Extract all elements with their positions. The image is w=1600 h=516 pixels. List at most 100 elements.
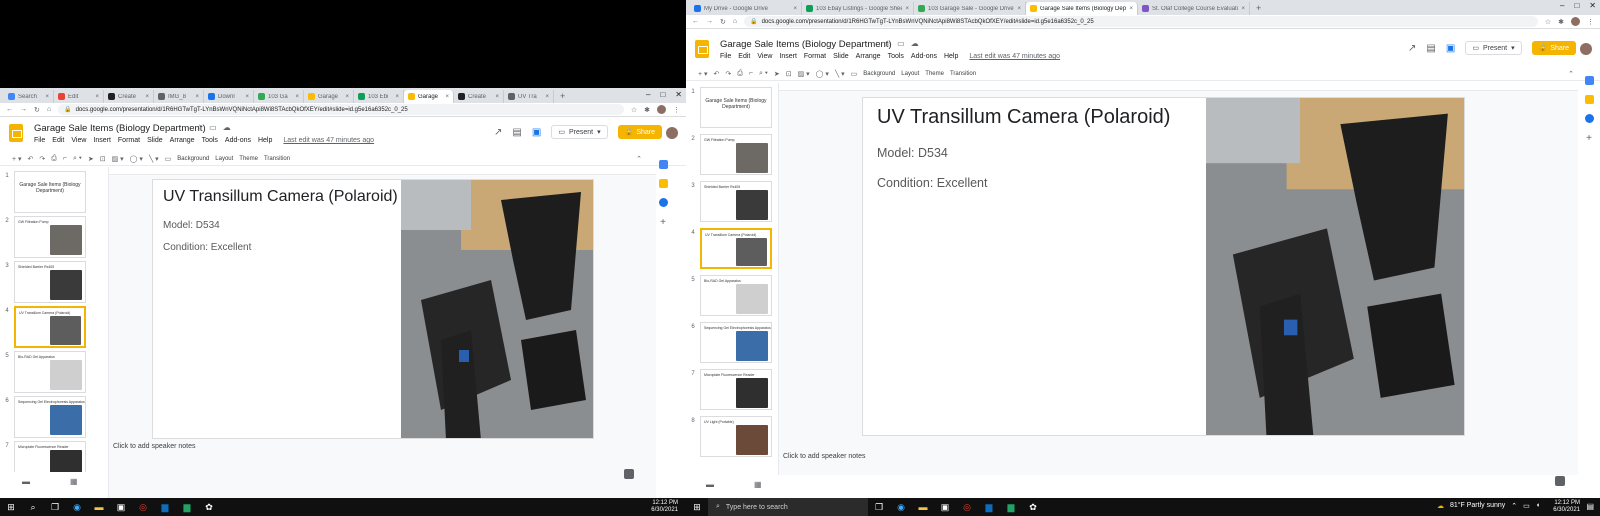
last-edit-link[interactable]: Last edit was 47 minutes ago	[283, 137, 374, 144]
browser-tab[interactable]: 103 Ebi ×	[354, 90, 404, 103]
star-icon[interactable]: ☆	[631, 106, 637, 114]
slide-thumbnail[interactable]: Microplate Fluorescence Reader	[700, 369, 772, 410]
browser-tab[interactable]: Search ×	[4, 90, 54, 103]
tab-close-icon[interactable]: ×	[195, 94, 199, 100]
forward-icon[interactable]: →	[20, 106, 27, 113]
browser-tab[interactable]: IMG_8 ×	[154, 90, 204, 103]
grid-view-icon[interactable]: ▦	[70, 477, 78, 486]
menu-view[interactable]: View	[71, 137, 86, 144]
cloud-status-icon[interactable]: ☁	[223, 123, 231, 132]
tab-close-icon[interactable]: ×	[545, 94, 549, 100]
theme-button[interactable]: Theme	[925, 71, 944, 77]
browser-tab[interactable]: My Drive - Google Drive ×	[690, 2, 802, 15]
filmstrip-item[interactable]: 2 GW Filtration Pump	[686, 134, 772, 175]
transition-button[interactable]: Transition	[950, 71, 976, 77]
profile-avatar[interactable]	[1571, 17, 1580, 26]
tasks-icon[interactable]	[1584, 114, 1594, 123]
present-button[interactable]: ▭ Present ▾	[551, 125, 608, 139]
print-icon[interactable]: ⎙	[51, 155, 57, 163]
meet-icon[interactable]: ▣	[532, 127, 541, 138]
paint-format-icon[interactable]: ⌐	[749, 70, 753, 77]
keep-icon[interactable]	[1584, 95, 1594, 104]
calendar-icon[interactable]	[658, 160, 668, 169]
comments-icon[interactable]: ▤	[512, 127, 521, 138]
browser-tab[interactable]: Edit ×	[54, 90, 104, 103]
slide-model-text[interactable]: Model: D534	[163, 220, 220, 231]
search-icon[interactable]: ⌕	[27, 501, 39, 513]
browser-tab[interactable]: Downl ×	[204, 90, 254, 103]
filmstrip-view-icon[interactable]: ▬	[706, 480, 714, 489]
comment-add-icon[interactable]: ▭	[165, 155, 172, 163]
tab-close-icon[interactable]: ×	[395, 94, 399, 100]
share-button[interactable]: 🔒 Share	[617, 125, 662, 139]
transition-button[interactable]: Transition	[264, 156, 290, 162]
camera-photo[interactable]	[401, 180, 593, 438]
menu-file[interactable]: File	[34, 137, 45, 144]
network-icon[interactable]: ▭	[1523, 502, 1530, 510]
grid-view-icon[interactable]: ▦	[754, 480, 762, 489]
file-explorer-icon[interactable]: ▬	[93, 501, 105, 513]
background-button[interactable]: Background	[177, 156, 209, 162]
url-field[interactable]: 🔒 docs.google.com/presentation/d/1R6HGTw…	[744, 16, 1538, 27]
menu-file[interactable]: File	[720, 53, 731, 60]
menu-help[interactable]: Help	[258, 137, 272, 144]
star-icon[interactable]: ☆	[1545, 18, 1551, 26]
slide-model-text[interactable]: Model: D534	[877, 146, 948, 160]
explore-icon[interactable]	[624, 469, 634, 479]
last-edit-link[interactable]: Last edit was 47 minutes ago	[969, 53, 1060, 60]
filmstrip-item[interactable]: 4 UV Transillum Camera (Polaroid)	[0, 306, 86, 348]
slide-title[interactable]: UV Transillum Camera (Polaroid)	[163, 188, 398, 206]
store-icon[interactable]: ▣	[115, 501, 127, 513]
volume-icon[interactable]: ◖	[1536, 502, 1540, 510]
outlook-icon[interactable]: ▆	[159, 501, 171, 513]
activity-icon[interactable]: ↗	[494, 127, 502, 138]
filmstrip-item[interactable]: 5 Bio-RAD Gel Apparatus	[686, 275, 772, 316]
image-icon[interactable]: ▨ ▾	[798, 70, 810, 78]
tab-close-icon[interactable]: ×	[1017, 6, 1021, 12]
tab-close-icon[interactable]: ×	[45, 94, 49, 100]
menu-insert[interactable]: Insert	[779, 53, 797, 60]
print-icon[interactable]: ⎙	[737, 70, 743, 78]
filmstrip-item[interactable]: 5 Bio-RAD Gel Apparatus	[0, 351, 86, 393]
layout-button[interactable]: Layout	[901, 71, 919, 77]
collapse-toolbar-icon[interactable]: ⌃	[636, 155, 642, 163]
slide-thumbnail[interactable]: Microplate Fluorescence Reader	[14, 441, 86, 472]
tab-close-icon[interactable]: ×	[793, 6, 797, 12]
slide-thumbnail[interactable]: UV Transillum Camera (Polaroid)	[700, 228, 772, 269]
filmstrip-item[interactable]: 1 Garage Sale Items (Biology Department)	[686, 87, 772, 128]
tab-close-icon[interactable]: ×	[905, 6, 909, 12]
back-icon[interactable]: ←	[6, 106, 13, 113]
close-icon[interactable]: ✕	[675, 90, 682, 99]
slide-thumbnail[interactable]: Sequencing Gel Electrophoresis Apparatus	[700, 322, 772, 363]
add-addon-icon[interactable]: +	[1586, 133, 1592, 144]
menu-arrange[interactable]: Arrange	[170, 137, 195, 144]
browser-tab[interactable]: Garage ×	[404, 90, 454, 103]
undo-icon[interactable]: ↶	[714, 70, 720, 78]
slide-thumbnail[interactable]: GW Filtration Pump	[700, 134, 772, 175]
textbox-icon[interactable]: ⊡	[786, 70, 792, 78]
taskbar-clock[interactable]: 12:12 PM 6/30/2021	[1553, 500, 1580, 514]
slide-thumbnail[interactable]: Garage Sale Items (Biology Department)	[14, 171, 86, 213]
taskbar-search[interactable]: ⌕ Type here to search	[708, 498, 868, 516]
move-folder-icon[interactable]: ▭	[897, 39, 905, 48]
account-avatar[interactable]	[666, 127, 678, 139]
filmstrip-view-icon[interactable]: ▬	[22, 477, 30, 486]
tab-close-icon[interactable]: ×	[1129, 6, 1133, 12]
url-field[interactable]: 🔒 docs.google.com/presentation/d/1R6HGTw…	[58, 104, 624, 115]
filmstrip-item[interactable]: 1 Garage Sale Items (Biology Department)	[0, 171, 86, 213]
browser-tab[interactable]: St. Olaf College Course Evaluati... ×	[1138, 2, 1250, 15]
move-folder-icon[interactable]: ▭	[209, 123, 217, 132]
tab-close-icon[interactable]: ×	[495, 94, 499, 100]
calendar-icon[interactable]	[1584, 76, 1594, 85]
minimize-icon[interactable]: –	[1560, 1, 1564, 10]
line-icon[interactable]: ╲ ▾	[835, 70, 845, 78]
extensions-icon[interactable]: ✱	[644, 106, 650, 114]
browser-tab[interactable]: 103 Garage Sale - Google Drive ×	[914, 2, 1026, 15]
star-icon[interactable]: ☆	[884, 39, 891, 48]
menu-format[interactable]: Format	[804, 53, 826, 60]
reload-icon[interactable]: ↻	[720, 18, 726, 26]
menu-tools[interactable]: Tools	[888, 53, 904, 60]
tab-close-icon[interactable]: ×	[145, 94, 149, 100]
slide-thumbnail[interactable]: UV Transillum Camera (Polaroid)	[14, 306, 86, 348]
menu-arrange[interactable]: Arrange	[856, 53, 881, 60]
